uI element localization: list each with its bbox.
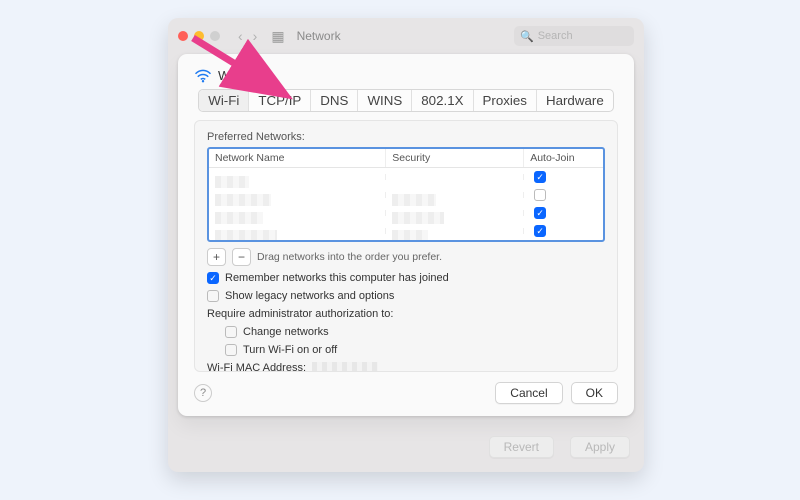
table-row[interactable] — [209, 186, 603, 204]
back-icon[interactable]: ‹ — [238, 28, 243, 44]
require-admin-label-row: Require administrator authorization to: — [207, 308, 605, 320]
col-network-name[interactable]: Network Name — [209, 149, 386, 167]
toggle-wifi-option[interactable]: Turn Wi-Fi on or off — [225, 344, 605, 356]
tab-hardware[interactable]: Hardware — [537, 90, 613, 111]
close-window-button[interactable] — [178, 31, 188, 41]
search-field[interactable]: 🔍 Search — [514, 26, 634, 46]
table-row[interactable]: ✓ — [209, 222, 603, 240]
interface-title: Wi-Fi — [218, 68, 248, 83]
add-network-button[interactable]: + — [207, 248, 226, 266]
network-name-redacted — [215, 176, 249, 188]
change-networks-checkbox[interactable] — [225, 326, 237, 338]
minimize-window-button[interactable] — [194, 31, 204, 41]
list-body[interactable]: ✓ ✓ ✓ — [209, 168, 603, 240]
autojoin-checkbox[interactable]: ✓ — [534, 225, 546, 237]
remember-label: Remember networks this computer has join… — [225, 272, 449, 284]
nav-buttons: ‹ › — [238, 28, 257, 44]
wifi-icon — [194, 69, 212, 83]
mac-address-value-redacted — [312, 362, 378, 372]
change-networks-option[interactable]: Change networks — [225, 326, 605, 338]
cancel-button[interactable]: Cancel — [495, 382, 562, 404]
security-redacted — [392, 194, 436, 206]
change-networks-label: Change networks — [243, 326, 329, 338]
tab-tcpip[interactable]: TCP/IP — [249, 90, 311, 111]
autojoin-checkbox[interactable]: ✓ — [534, 171, 546, 183]
help-button[interactable]: ? — [194, 384, 212, 402]
traffic-lights[interactable] — [178, 31, 220, 41]
table-row[interactable]: ✓ — [209, 168, 603, 186]
background-buttons: Revert Apply — [481, 436, 630, 458]
security-redacted — [392, 212, 444, 224]
table-row[interactable]: ✓ — [209, 204, 603, 222]
preferred-networks-label: Preferred Networks: — [207, 131, 605, 143]
tab-wins[interactable]: WINS — [358, 90, 412, 111]
sheet-header: Wi-Fi — [194, 68, 618, 83]
security-redacted — [392, 230, 428, 240]
tab-8021x[interactable]: 802.1X — [412, 90, 473, 111]
add-remove-row: + − Drag networks into the order you pre… — [207, 248, 605, 266]
system-prefs-window: ‹ › ▦ Network 🔍 Search Wi-Fi Wi-Fi TCP/I… — [168, 18, 644, 472]
mac-address-row: Wi-Fi MAC Address: — [207, 362, 605, 372]
autojoin-checkbox[interactable]: ✓ — [534, 207, 546, 219]
apply-button: Apply — [570, 436, 630, 458]
toggle-wifi-label: Turn Wi-Fi on or off — [243, 344, 337, 356]
col-auto-join[interactable]: Auto-Join — [524, 149, 603, 167]
show-legacy-option[interactable]: Show legacy networks and options — [207, 290, 605, 302]
tab-dns[interactable]: DNS — [311, 90, 358, 111]
search-placeholder: Search — [538, 30, 573, 42]
remove-network-button[interactable]: − — [232, 248, 251, 266]
mac-address-label: Wi-Fi MAC Address: — [207, 362, 306, 372]
ok-button[interactable]: OK — [571, 382, 618, 404]
legacy-checkbox[interactable] — [207, 290, 219, 302]
tab-wifi[interactable]: Wi-Fi — [199, 90, 249, 111]
list-header: Network Name Security Auto-Join — [209, 149, 603, 168]
search-icon: 🔍 — [520, 30, 534, 43]
autojoin-checkbox[interactable] — [534, 189, 546, 201]
wifi-tab-content: Preferred Networks: Network Name Securit… — [194, 120, 618, 372]
advanced-sheet: Wi-Fi Wi-Fi TCP/IP DNS WINS 802.1X Proxi… — [178, 54, 634, 416]
network-name-redacted — [215, 194, 271, 206]
require-admin-label: Require administrator authorization to: — [207, 308, 393, 320]
network-name-redacted — [215, 230, 277, 240]
revert-button: Revert — [489, 436, 554, 458]
network-name-redacted — [215, 212, 263, 224]
zoom-window-button[interactable] — [210, 31, 220, 41]
preferred-networks-list[interactable]: Network Name Security Auto-Join ✓ ✓ ✓ — [207, 147, 605, 242]
legacy-label: Show legacy networks and options — [225, 290, 394, 302]
forward-icon[interactable]: › — [253, 28, 258, 44]
tab-bar: Wi-Fi TCP/IP DNS WINS 802.1X Proxies Har… — [198, 89, 613, 112]
tab-proxies[interactable]: Proxies — [474, 90, 537, 111]
window-title: Network — [297, 29, 341, 43]
drag-hint: Drag networks into the order you prefer. — [257, 251, 442, 263]
remember-checkbox[interactable]: ✓ — [207, 272, 219, 284]
col-security[interactable]: Security — [386, 149, 524, 167]
remember-networks-option[interactable]: ✓ Remember networks this computer has jo… — [207, 272, 605, 284]
sheet-footer: ? Cancel OK — [194, 382, 618, 404]
toggle-wifi-checkbox[interactable] — [225, 344, 237, 356]
show-all-icon[interactable]: ▦ — [271, 28, 284, 45]
window-titlebar: ‹ › ▦ Network 🔍 Search — [168, 18, 644, 54]
